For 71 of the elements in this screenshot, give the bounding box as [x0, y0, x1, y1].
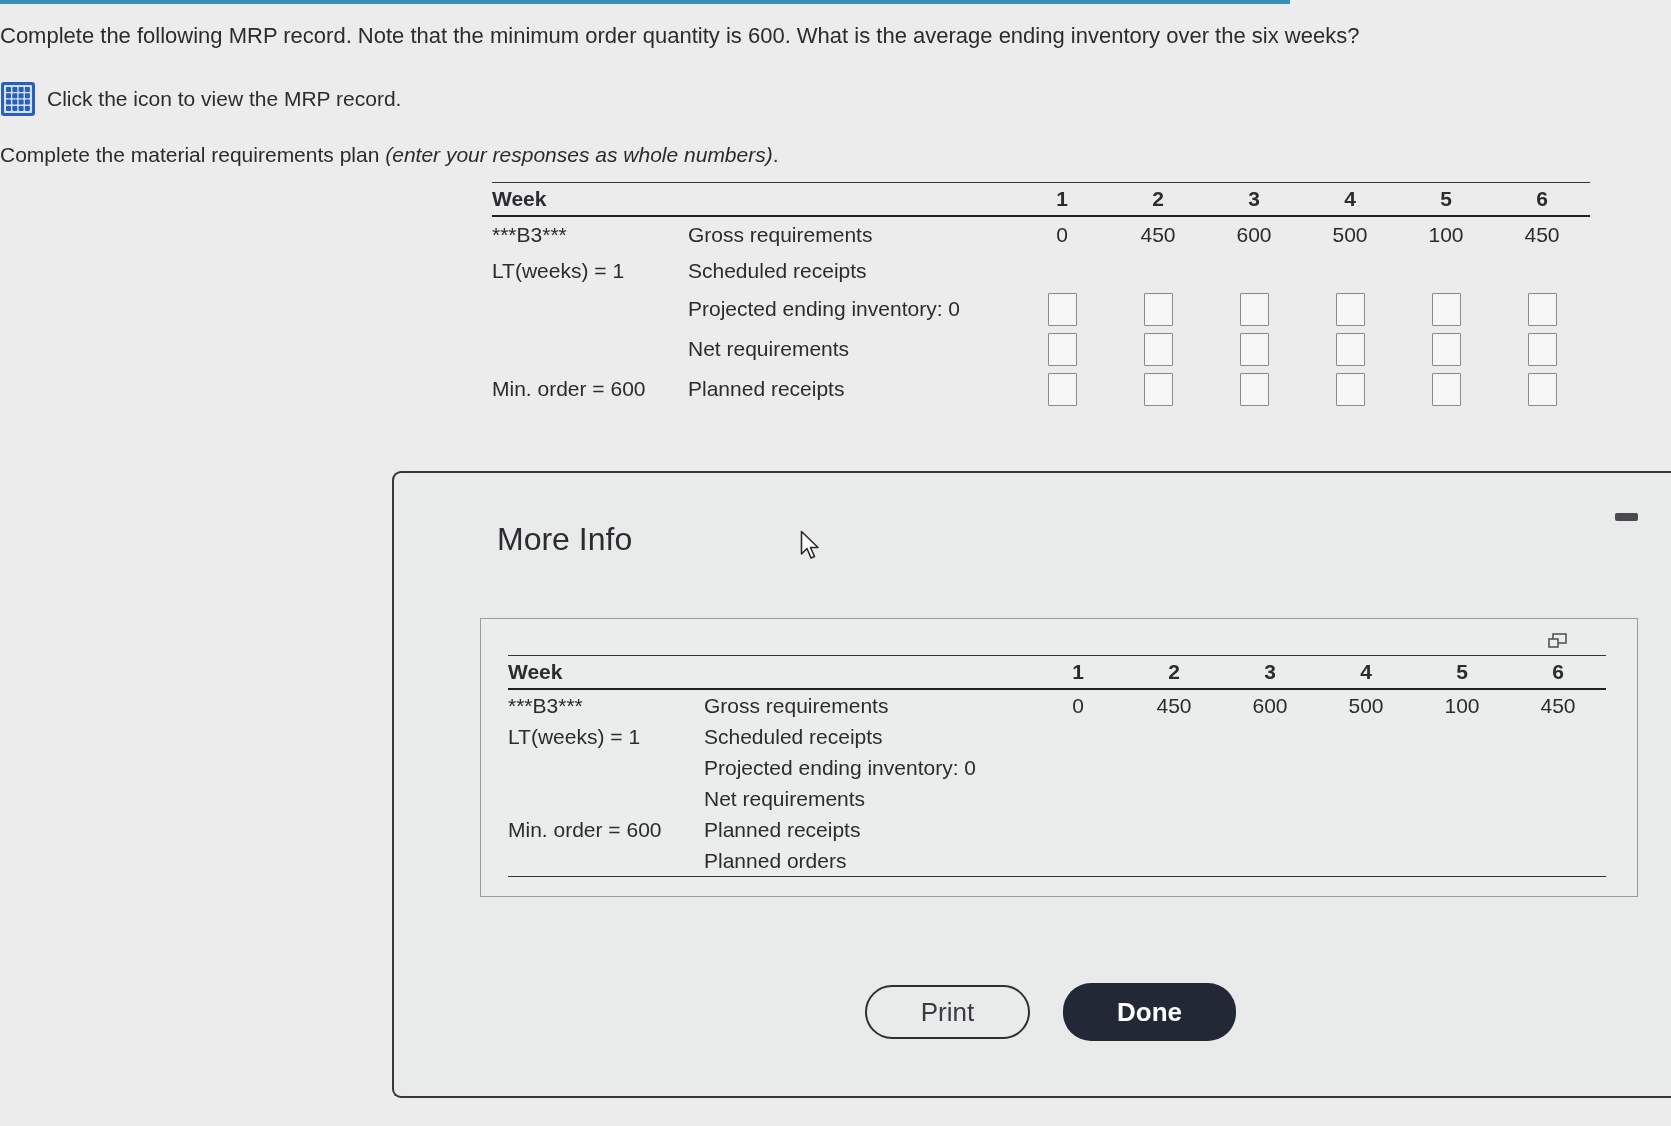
row-label: Projected ending inventory: 0	[704, 755, 977, 780]
answer-box[interactable]	[1239, 372, 1269, 406]
row-label: Scheduled receipts	[688, 259, 868, 283]
week-number: 6	[1536, 187, 1548, 211]
table-cell: 450	[1524, 223, 1560, 247]
table-cell: 600	[1236, 223, 1272, 247]
item-label: ***B3***	[508, 693, 584, 718]
week-header: Week	[508, 660, 564, 684]
answer-box[interactable]	[1431, 332, 1461, 366]
week-number: 5	[1456, 660, 1468, 684]
week-number: 6	[1552, 660, 1564, 684]
hint-text: Click the icon to view the MRP record.	[47, 86, 402, 112]
table-cell: 450	[1140, 223, 1176, 247]
table-cell: 0	[1072, 693, 1084, 718]
answer-box[interactable]	[1239, 332, 1269, 366]
week-number: 1	[1072, 660, 1084, 684]
dialog-title: More Info	[497, 520, 633, 558]
week-number: 4	[1344, 187, 1356, 211]
week-number: 2	[1152, 187, 1164, 211]
row-label: Planned orders	[704, 848, 848, 873]
answer-box[interactable]	[1047, 372, 1077, 406]
answer-box[interactable]	[1143, 292, 1173, 326]
week-number: 5	[1440, 187, 1452, 211]
week-number: 4	[1360, 660, 1372, 684]
table-cell: 100	[1444, 693, 1480, 718]
answer-box[interactable]	[1335, 372, 1365, 406]
window-icon[interactable]	[1548, 633, 1568, 649]
week-number: 1	[1056, 187, 1068, 211]
row-label: Projected ending inventory: 0	[688, 297, 961, 321]
week-number: 3	[1248, 187, 1260, 211]
row-label: Gross requirements	[704, 693, 890, 718]
answer-box[interactable]	[1143, 332, 1173, 366]
table-cell: 600	[1252, 693, 1288, 718]
table-icon[interactable]	[0, 81, 36, 117]
minimize-icon[interactable]	[1615, 513, 1638, 521]
instruction-text: Complete the material requirements plan (enter your responses as whole numbers).	[0, 142, 779, 168]
answer-box[interactable]	[1047, 292, 1077, 326]
row-label: Gross requirements	[688, 223, 874, 247]
table-cell: 450	[1156, 693, 1192, 718]
answer-box[interactable]	[1143, 372, 1173, 406]
answer-box[interactable]	[1431, 372, 1461, 406]
row-label: Planned receipts	[704, 817, 862, 842]
table-cell: 500	[1348, 693, 1384, 718]
table-cell: 100	[1428, 223, 1464, 247]
item-label: ***B3***	[492, 223, 568, 247]
item-label: Min. order = 600	[508, 817, 663, 842]
row-label: Net requirements	[704, 786, 867, 811]
item-label: Min. order = 600	[492, 377, 647, 401]
item-label: LT(weeks) = 1	[508, 724, 642, 749]
week-number: 2	[1168, 660, 1180, 684]
mouse-pointer-icon	[800, 530, 820, 560]
row-label: Net requirements	[688, 337, 851, 361]
answer-box[interactable]	[1527, 372, 1557, 406]
item-label: LT(weeks) = 1	[492, 259, 626, 283]
answer-box[interactable]	[1239, 292, 1269, 326]
table-cell: 500	[1332, 223, 1368, 247]
question-text: Complete the following MRP record. Note that the minimum order quantity is 600. What is the average ending inventory over the six weeks?	[0, 23, 1360, 49]
answer-box[interactable]	[1527, 292, 1557, 326]
print-button[interactable]: Print	[865, 985, 1030, 1039]
answer-box[interactable]	[1335, 332, 1365, 366]
week-header: Week	[492, 187, 548, 211]
answer-box[interactable]	[1335, 292, 1365, 326]
row-label: Planned receipts	[688, 377, 846, 401]
answer-box[interactable]	[1431, 292, 1461, 326]
answer-box[interactable]	[1047, 332, 1077, 366]
week-number: 3	[1264, 660, 1276, 684]
table-cell: 450	[1540, 693, 1576, 718]
table-cell: 0	[1056, 223, 1068, 247]
row-label: Scheduled receipts	[704, 724, 884, 749]
answer-box[interactable]	[1527, 332, 1557, 366]
done-button[interactable]: Done	[1063, 983, 1236, 1041]
